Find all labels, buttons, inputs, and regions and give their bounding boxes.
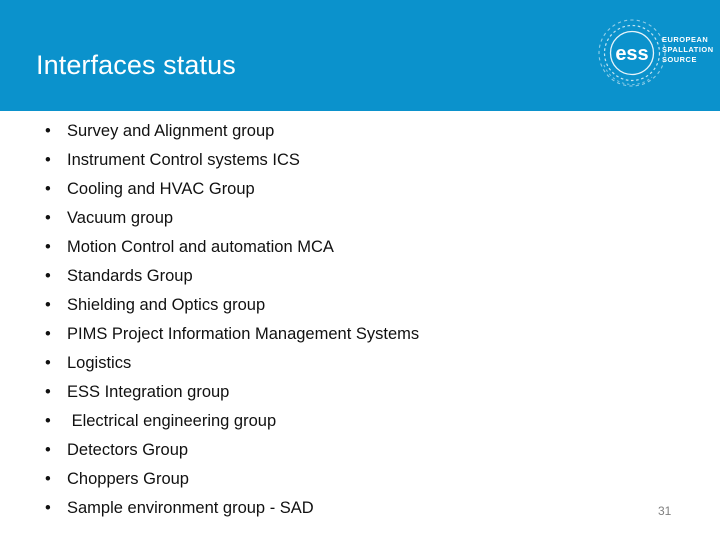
list-item: • Motion Control and automation MCA bbox=[0, 233, 720, 262]
list-item: • Detectors Group bbox=[0, 436, 720, 465]
bullet-icon: • bbox=[45, 122, 51, 140]
list-item-label: Standards Group bbox=[67, 267, 193, 285]
list-item: • Survey and Alignment group bbox=[0, 117, 720, 146]
list-item-label: PIMS Project Information Management Syst… bbox=[67, 325, 420, 343]
list-item: • Logistics bbox=[0, 349, 720, 378]
bullet-icon: • bbox=[45, 325, 51, 343]
list-item: • Sample environment group - SAD bbox=[0, 494, 720, 523]
slide-header-band: Interfaces status ess EUROPEAN SPALLATIO… bbox=[0, 0, 720, 111]
bullet-icon: • bbox=[45, 412, 51, 430]
list-item: • Instrument Control systems ICS bbox=[0, 146, 720, 175]
list-item-label: Logistics bbox=[67, 354, 132, 372]
list-item-label: Motion Control and automation MCA bbox=[67, 238, 334, 256]
ess-logo-name: EUROPEAN SPALLATION SOURCE bbox=[662, 35, 714, 66]
list-item: • Electrical engineering group bbox=[0, 407, 720, 436]
list-item-label: Cooling and HVAC Group bbox=[67, 180, 255, 198]
list-item: • Choppers Group bbox=[0, 465, 720, 494]
bullet-icon: • bbox=[45, 499, 51, 517]
ess-logo-name-line-1: EUROPEAN bbox=[662, 35, 709, 44]
list-item-label: Electrical engineering group bbox=[67, 412, 277, 430]
list-item-label: Choppers Group bbox=[67, 470, 189, 488]
ess-logo-mark-icon: ess bbox=[598, 19, 666, 87]
bullet-icon: • bbox=[45, 151, 51, 169]
list-item: • Shielding and Optics group bbox=[0, 291, 720, 320]
bullet-icon: • bbox=[45, 180, 51, 198]
list-item: • ESS Integration group bbox=[0, 378, 720, 407]
list-item-label: Vacuum group bbox=[67, 209, 174, 227]
bullet-icon: • bbox=[45, 470, 51, 488]
ess-logo-name-line-3: SOURCE bbox=[662, 55, 697, 65]
list-item-label: Survey and Alignment group bbox=[67, 122, 275, 140]
page-number: 31 bbox=[658, 504, 672, 518]
bullet-icon: • bbox=[45, 238, 51, 256]
list-item-label: Shielding and Optics group bbox=[67, 296, 266, 314]
list-item-label: Instrument Control systems ICS bbox=[67, 151, 300, 169]
bullet-icon: • bbox=[45, 383, 51, 401]
list-item: • Cooling and HVAC Group bbox=[0, 175, 720, 204]
ess-logo-name-line-2: SPALLATION bbox=[662, 45, 714, 55]
ess-logo: ess EUROPEAN SPALLATION SOURCE bbox=[596, 17, 714, 91]
list-item-label: Detectors Group bbox=[67, 441, 189, 459]
list-item-label: Sample environment group - SAD bbox=[67, 499, 314, 517]
list-item: • Standards Group bbox=[0, 262, 720, 291]
list-item: • Vacuum group bbox=[0, 204, 720, 233]
list-item: • PIMS Project Information Management Sys… bbox=[0, 320, 720, 349]
ess-logo-wordmark: ess bbox=[615, 43, 648, 65]
bullet-icon: • bbox=[45, 267, 51, 285]
bullet-icon: • bbox=[45, 354, 51, 372]
interfaces-list: • Survey and Alignment group • Instrument … bbox=[0, 117, 720, 523]
list-item-label: ESS Integration group bbox=[67, 383, 230, 401]
bullet-icon: • bbox=[45, 296, 51, 314]
bullet-icon: • bbox=[45, 441, 51, 459]
bullet-icon: • bbox=[45, 209, 51, 227]
page-title: Interfaces status bbox=[36, 50, 236, 80]
